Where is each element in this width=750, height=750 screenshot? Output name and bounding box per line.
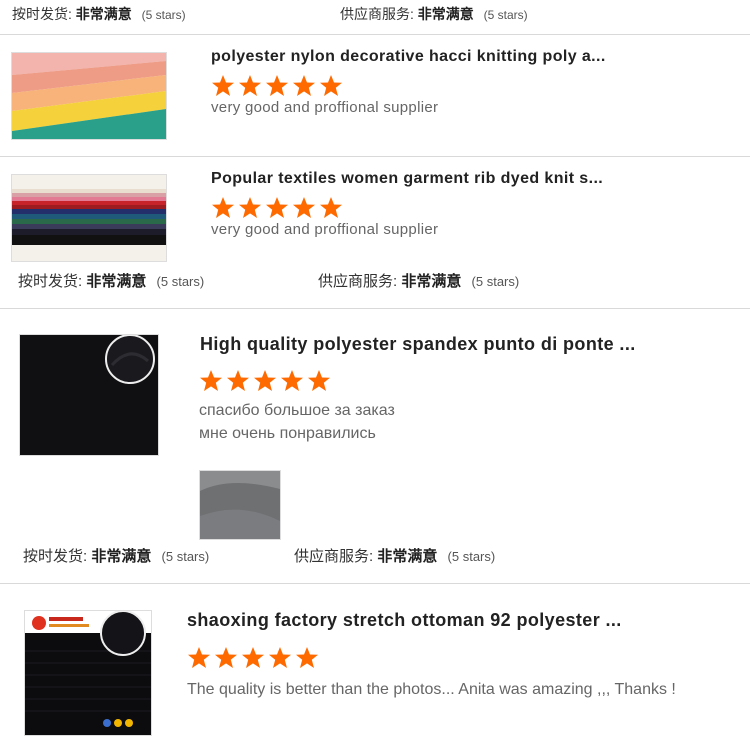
service-label: 供应商服务: xyxy=(340,6,414,22)
service-count: (5 stars) xyxy=(483,8,528,22)
star-icon xyxy=(266,75,288,96)
ship-label: 按时发货: xyxy=(12,6,72,22)
ship-label: 按时发货: xyxy=(18,273,83,290)
service-rating: 供应商服务: 非常满意 (5 stars) xyxy=(294,545,495,566)
star-rating xyxy=(211,196,343,219)
black-fabric-icon xyxy=(20,335,158,455)
ship-rating: 按时发货: 非常满意 (5 stars) xyxy=(23,545,209,566)
star-rating xyxy=(199,369,331,392)
star-icon xyxy=(269,647,291,668)
ship-value: 非常满意 xyxy=(91,548,152,565)
service-value: 非常满意 xyxy=(377,548,438,565)
grey-fabric-photo-icon xyxy=(200,471,280,539)
review-title[interactable]: High quality polyester spandex punto di … xyxy=(200,334,740,355)
star-icon xyxy=(212,75,234,96)
divider xyxy=(0,156,750,157)
review-comment: very good and proffional supplier xyxy=(211,221,439,238)
rating-row: 按时发货: 非常满意 (5 stars) 供应商服务: 非常满意 (5 star… xyxy=(23,545,743,565)
service-label: 供应商服务: xyxy=(294,548,374,565)
star-icon xyxy=(227,370,249,391)
ship-rating: 按时发货: 非常满意 (5 stars) xyxy=(12,4,186,24)
star-icon xyxy=(308,370,330,391)
service-count: (5 stars) xyxy=(447,549,496,564)
fabric-swatches-multicolor-icon xyxy=(12,175,166,261)
product-image[interactable] xyxy=(11,174,167,262)
service-value: 非常满意 xyxy=(417,6,474,22)
divider xyxy=(0,308,750,309)
ship-rating: 按时发货: 非常满意 (5 stars) xyxy=(18,270,204,291)
star-icon xyxy=(296,647,318,668)
service-value: 非常满意 xyxy=(401,273,462,290)
ship-value: 非常满意 xyxy=(75,6,132,22)
star-icon xyxy=(188,647,210,668)
star-icon xyxy=(320,197,342,218)
star-icon xyxy=(239,75,261,96)
service-count: (5 stars) xyxy=(471,274,520,289)
fabric-swatches-pastel-icon xyxy=(12,53,166,139)
star-icon xyxy=(293,197,315,218)
review-title[interactable]: shaoxing factory stretch ottoman 92 poly… xyxy=(187,610,737,631)
product-image[interactable] xyxy=(24,610,152,736)
rating-row: 按时发货: 非常满意 (5 stars) 供应商服务: 非常满意 (5 star… xyxy=(18,270,738,290)
star-rating xyxy=(187,646,319,669)
service-rating: 供应商服务: 非常满意 (5 stars) xyxy=(318,270,519,291)
ship-count: (5 stars) xyxy=(161,549,210,564)
divider xyxy=(0,583,750,584)
review-title[interactable]: Popular textiles women garment rib dyed … xyxy=(211,170,741,188)
star-icon xyxy=(320,75,342,96)
star-icon xyxy=(281,370,303,391)
star-rating xyxy=(211,74,343,97)
star-icon xyxy=(266,197,288,218)
star-icon xyxy=(215,647,237,668)
attached-photo[interactable] xyxy=(199,470,281,540)
review-comment-line-2: мне очень понравились xyxy=(199,425,376,442)
star-icon xyxy=(254,370,276,391)
star-icon xyxy=(239,197,261,218)
star-icon xyxy=(212,197,234,218)
ship-value: 非常满意 xyxy=(86,273,147,290)
service-label: 供应商服务: xyxy=(318,273,398,290)
star-icon xyxy=(293,75,315,96)
ship-count: (5 stars) xyxy=(156,274,205,289)
product-image[interactable] xyxy=(19,334,159,456)
review-comment: The quality is better than the photos...… xyxy=(187,681,676,698)
divider xyxy=(0,34,750,35)
ship-count: (5 stars) xyxy=(141,8,186,22)
review-comment: very good and proffional supplier xyxy=(211,99,439,116)
ship-label: 按时发货: xyxy=(23,548,88,565)
black-ottoman-fabric-icon xyxy=(25,611,151,735)
rating-row-top: 按时发货: 非常满意 (5 stars) 供应商服务: 非常满意 (5 star… xyxy=(12,4,742,24)
star-icon xyxy=(242,647,264,668)
service-rating: 供应商服务: 非常满意 (5 stars) xyxy=(340,4,528,24)
star-icon xyxy=(200,370,222,391)
review-comment-line-1: спасибо большое за заказ xyxy=(199,402,395,419)
review-title[interactable]: polyester nylon decorative hacci knittin… xyxy=(211,48,741,66)
product-image[interactable] xyxy=(11,52,167,140)
